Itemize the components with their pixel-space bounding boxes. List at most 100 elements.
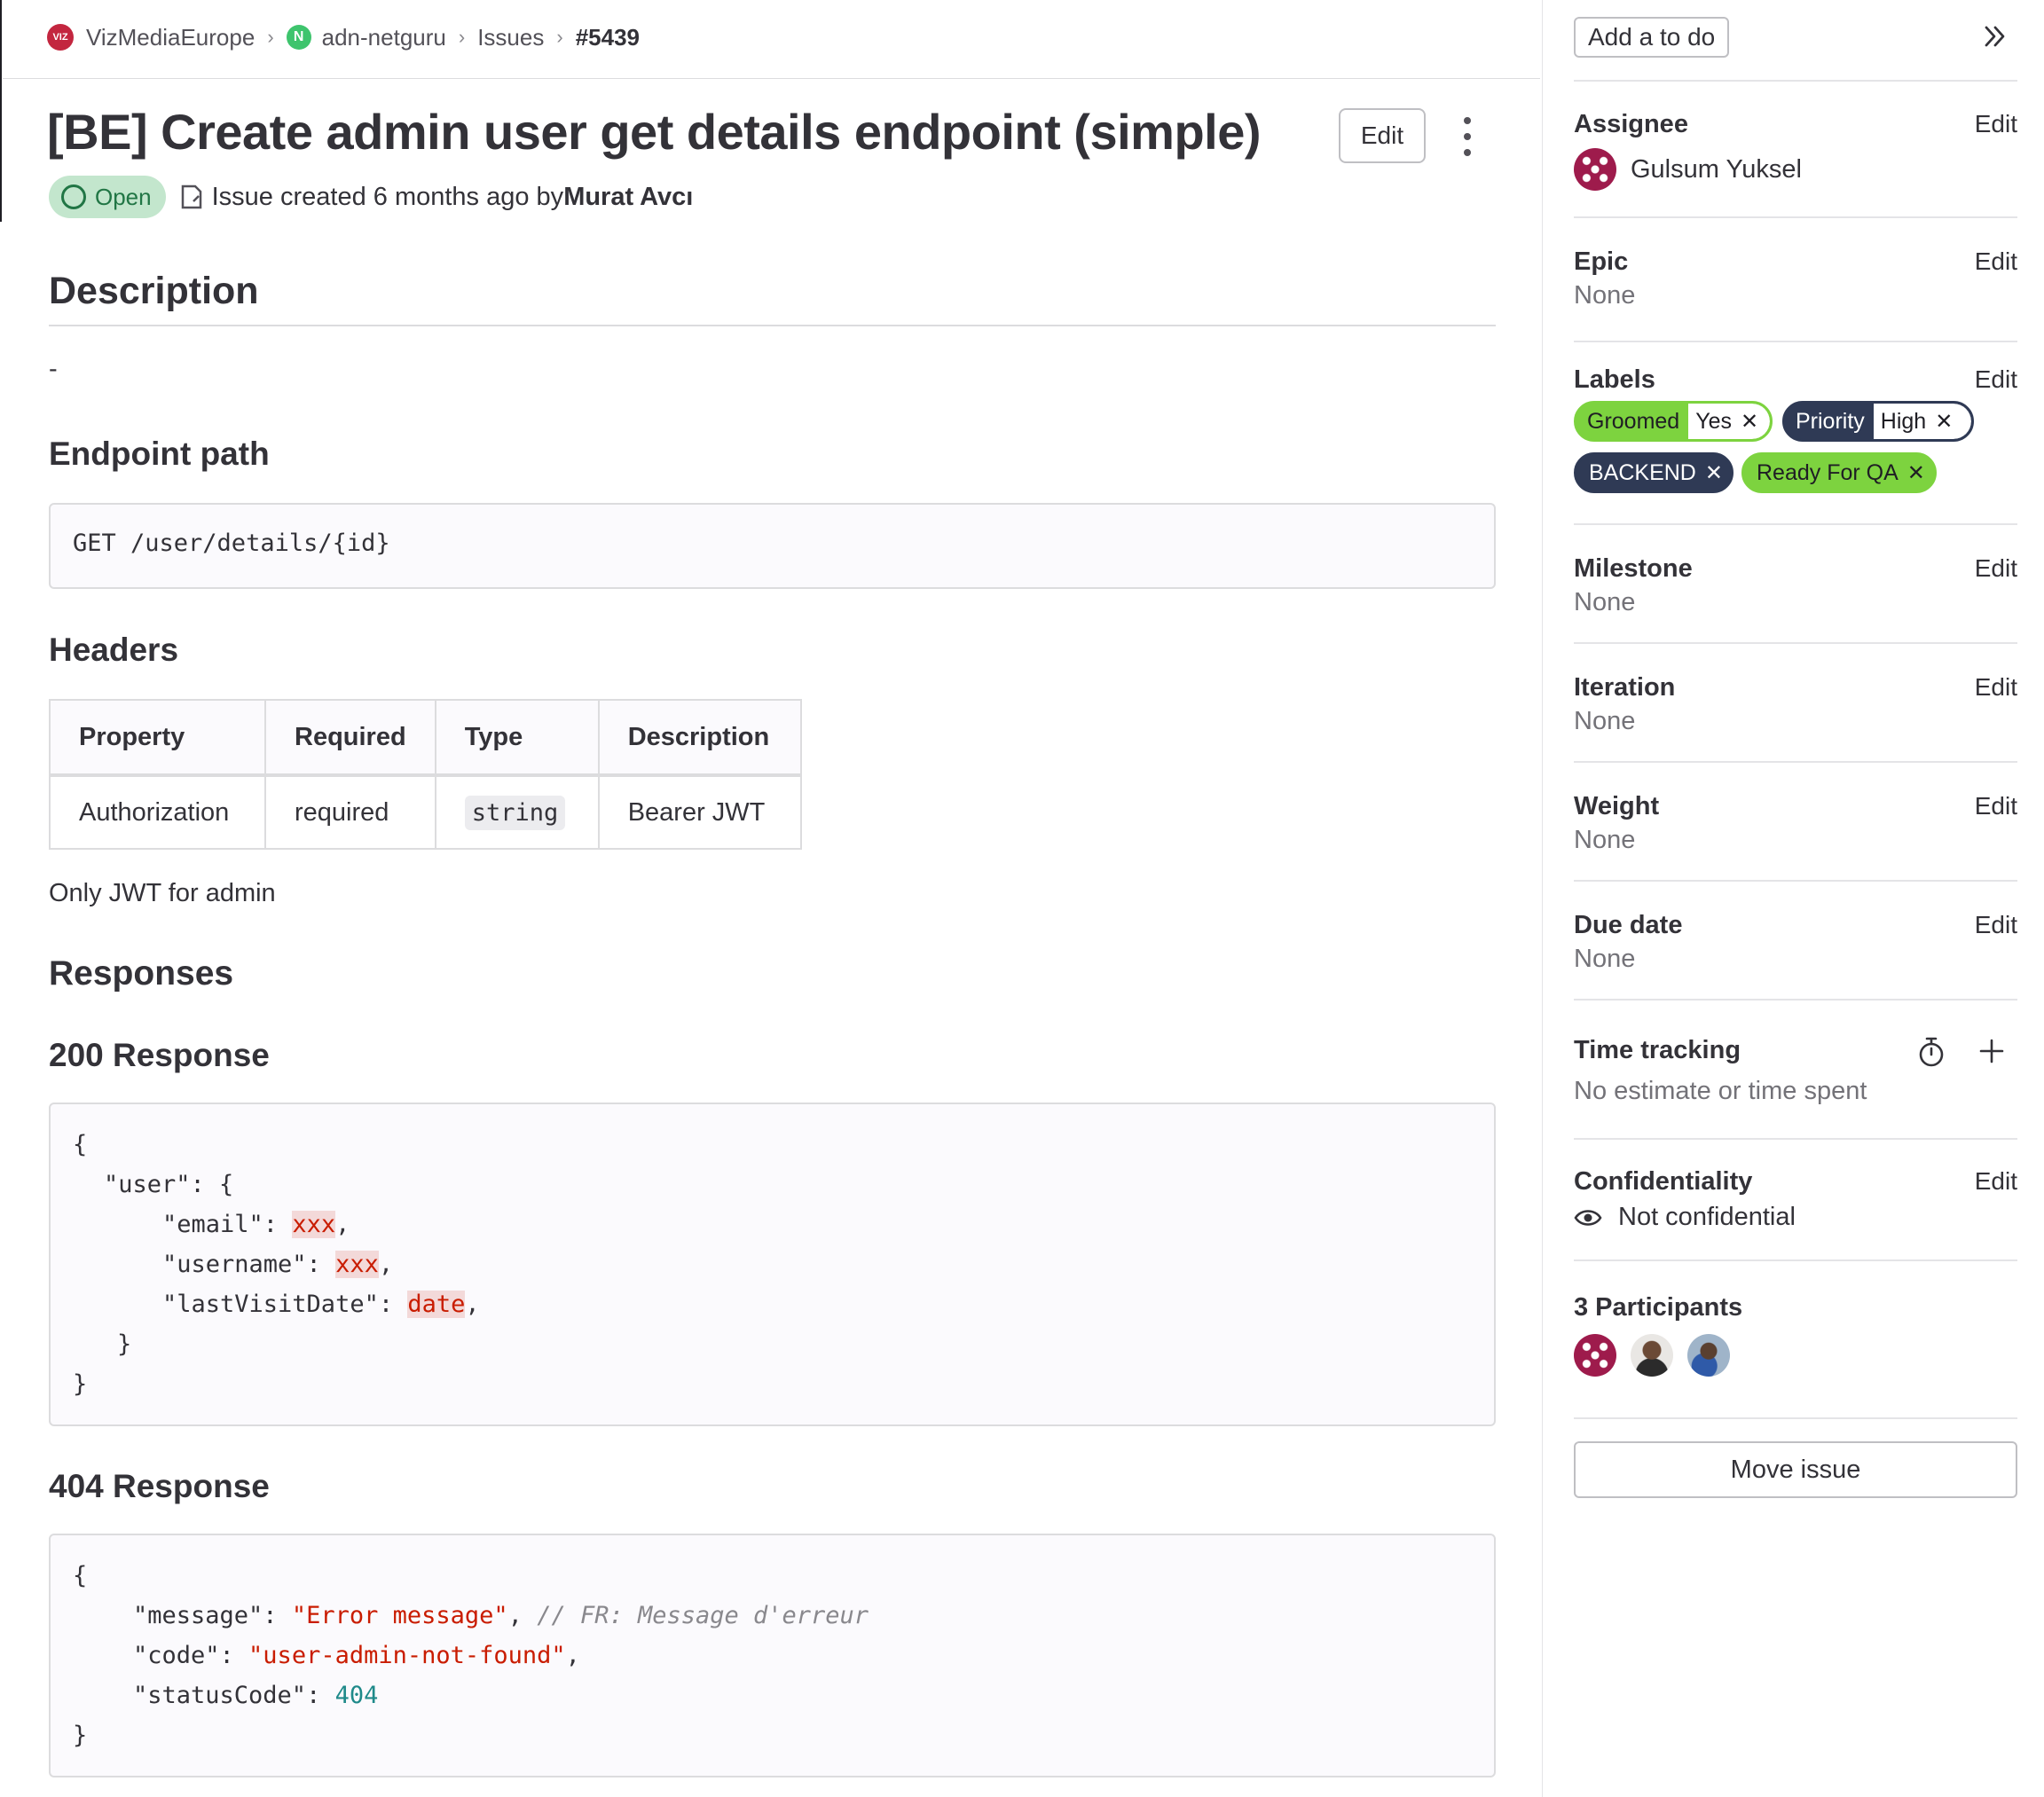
breadcrumb-group[interactable]: VIZ VizMediaEurope xyxy=(47,24,255,51)
code-key: "lastVisitDate": xyxy=(162,1291,408,1318)
code-comment: // FR: Message d'erreur xyxy=(537,1602,869,1629)
avatar[interactable] xyxy=(1631,1334,1673,1377)
code-line: "lastVisitDate": date, xyxy=(162,1291,480,1318)
issue-main: VIZ VizMediaEurope › N adn-netguru › Iss… xyxy=(3,0,1540,1797)
time-tracking-value: No estimate or time spent xyxy=(1574,1077,1867,1105)
status-badge: Open xyxy=(49,176,166,218)
participants-section: 3 Participants xyxy=(1574,1293,2017,1382)
iteration-value: None xyxy=(1574,707,1636,735)
code-line: "statusCode": 404 xyxy=(133,1682,378,1709)
column-header: Type xyxy=(434,699,600,777)
stopwatch-icon[interactable] xyxy=(1916,1036,1946,1068)
label-priority-high[interactable]: Priority High ✕ xyxy=(1782,401,1974,442)
epic-edit-link[interactable]: Edit xyxy=(1975,247,2017,276)
left-edge-accent xyxy=(0,0,2,222)
collapse-sidebar-icon[interactable] xyxy=(1982,23,2009,50)
confidentiality-section: Confidentiality Edit Not confidential xyxy=(1574,1167,2017,1247)
headers-table: Property Required Type Description Autho… xyxy=(49,699,802,850)
weight-section: Weight Edit None xyxy=(1574,792,2017,863)
move-issue-button[interactable]: Move issue xyxy=(1574,1441,2017,1498)
issue-open-icon xyxy=(61,184,86,209)
assignee-name: Gulsum Yuksel xyxy=(1631,154,1802,184)
breadcrumb-issues[interactable]: Issues xyxy=(477,24,544,51)
sidebar-divider xyxy=(1574,1138,2017,1140)
add-todo-button[interactable]: Add a to do xyxy=(1574,17,1730,58)
code-punct: , xyxy=(378,1251,394,1278)
milestone-edit-link[interactable]: Edit xyxy=(1975,554,2017,583)
description-dash: - xyxy=(49,355,58,383)
sidebar-divider xyxy=(1574,523,2017,525)
code-line: { xyxy=(73,1562,88,1589)
epic-value: None xyxy=(1574,281,1636,310)
confidentiality-text: Not confidential xyxy=(1618,1203,1796,1231)
label-value-text: High xyxy=(1880,408,1927,434)
remove-label-icon[interactable]: ✕ xyxy=(1705,460,1723,486)
plus-icon[interactable] xyxy=(1978,1038,2005,1064)
remove-label-icon[interactable]: ✕ xyxy=(1741,409,1758,435)
assignee-value[interactable]: Gulsum Yuksel xyxy=(1574,148,1802,191)
issue-created-text: Issue created 6 months ago by xyxy=(211,182,564,211)
label-backend[interactable]: BACKEND ✕ xyxy=(1574,452,1733,493)
edit-issue-button[interactable]: Edit xyxy=(1339,108,1426,163)
label-value: Yes ✕ xyxy=(1688,404,1770,439)
code-value: date xyxy=(407,1291,466,1318)
code-key: "statusCode": xyxy=(133,1682,335,1709)
label-key: Groomed xyxy=(1587,408,1680,434)
sidebar-divider xyxy=(1574,761,2017,763)
assignee-section: Assignee Edit Gulsum Yuksel xyxy=(1574,110,2017,191)
iteration-edit-link[interactable]: Edit xyxy=(1975,673,2017,702)
code-line: { xyxy=(73,1131,88,1158)
code-key: "message": xyxy=(133,1602,292,1629)
code-value: "user-admin-not-found" xyxy=(248,1642,566,1669)
weight-edit-link[interactable]: Edit xyxy=(1975,792,2017,820)
confidentiality-value: Not confidential xyxy=(1574,1203,1796,1232)
endpoint-code-block: GET /user/details/{id} xyxy=(49,503,1496,589)
endpoint-heading: Endpoint path xyxy=(49,436,270,472)
sidebar-divider xyxy=(1574,216,2017,218)
code-line: "email": xxx, xyxy=(162,1211,350,1238)
sidebar-divider xyxy=(1574,80,2017,82)
avatar[interactable] xyxy=(1687,1334,1730,1377)
table-cell: required xyxy=(264,774,436,850)
iteration-section: Iteration Edit None xyxy=(1574,673,2017,744)
more-actions-icon[interactable] xyxy=(1458,117,1477,156)
code-punct: , xyxy=(507,1602,523,1629)
avatar xyxy=(1574,148,1616,191)
breadcrumb-project[interactable]: N adn-netguru xyxy=(286,23,446,51)
code-line: } xyxy=(73,1370,88,1398)
remove-label-icon[interactable]: ✕ xyxy=(1907,460,1925,486)
assignee-edit-link[interactable]: Edit xyxy=(1975,110,2017,138)
sidebar-divider xyxy=(1574,642,2017,644)
avatar[interactable] xyxy=(1574,1334,1616,1377)
group-logo-icon: VIZ xyxy=(47,24,74,51)
participants-list xyxy=(1574,1334,1730,1377)
code-line: "message": "Error message", // FR: Messa… xyxy=(133,1602,869,1629)
headers-heading: Headers xyxy=(49,632,179,668)
code-line: "user": { xyxy=(104,1171,234,1198)
weight-value: None xyxy=(1574,826,1636,854)
status-badge-label: Open xyxy=(95,183,152,210)
due-date-edit-link[interactable]: Edit xyxy=(1975,911,2017,939)
label-ready-for-qa[interactable]: Ready For QA ✕ xyxy=(1741,452,1937,493)
breadcrumb-issue-ref[interactable]: #5439 xyxy=(576,24,640,51)
code-key: "code": xyxy=(133,1642,249,1669)
confidentiality-edit-link[interactable]: Edit xyxy=(1975,1167,2017,1196)
header-divider xyxy=(3,78,1540,79)
labels-edit-link[interactable]: Edit xyxy=(1975,365,2017,394)
issue-author[interactable]: Murat Avcı xyxy=(563,183,693,212)
sidebar-divider xyxy=(1574,999,2017,1001)
breadcrumb-project-label: adn-netguru xyxy=(321,23,446,51)
remove-label-icon[interactable]: ✕ xyxy=(1935,409,1953,435)
response-200-heading: 200 Response xyxy=(49,1037,270,1073)
labels-section: Labels Edit xyxy=(1574,365,2017,401)
chevron-right-icon: › xyxy=(267,26,274,48)
label-groomed-yes[interactable]: Groomed Yes ✕ xyxy=(1574,401,1773,442)
issue-type-icon xyxy=(181,184,201,209)
inline-code: string xyxy=(464,795,566,830)
sidebar-divider xyxy=(1574,1259,2017,1261)
code-value: xxx xyxy=(292,1211,336,1238)
milestone-section: Milestone Edit None xyxy=(1574,554,2017,625)
time-tracking-title: Time tracking xyxy=(1574,1036,1741,1064)
table-row: Authorization required string Bearer JWT xyxy=(49,774,802,850)
iteration-title: Iteration xyxy=(1574,673,1676,702)
